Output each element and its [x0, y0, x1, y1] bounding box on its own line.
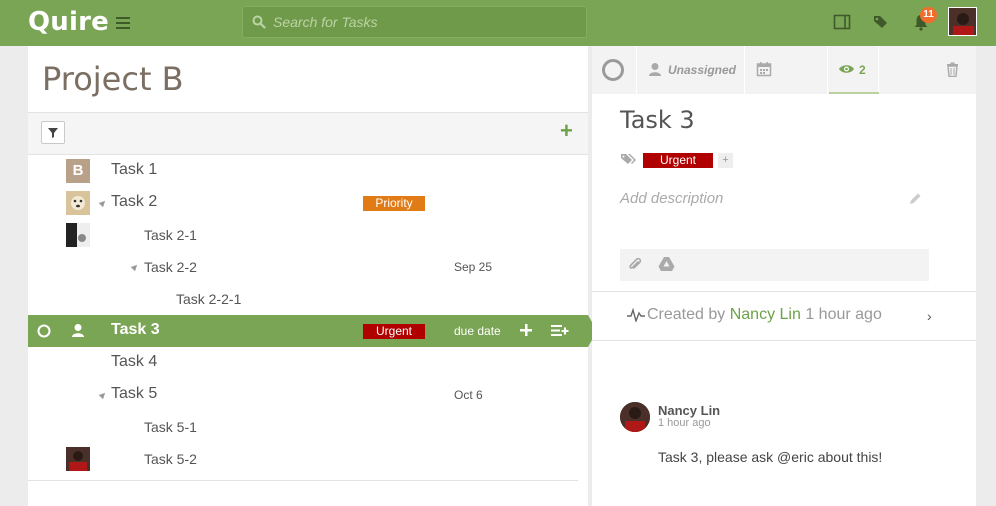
assignee-person-icon[interactable] [71, 323, 85, 338]
task-row[interactable]: Task 2 Priority [28, 187, 588, 219]
assignee-label: Unassigned [668, 63, 737, 77]
task-name[interactable]: Task 5 [111, 385, 157, 403]
task-name[interactable]: Task 5-1 [144, 419, 197, 435]
search-box[interactable] [242, 6, 587, 38]
task-name[interactable]: Task 2-1 [144, 227, 197, 243]
top-bar: Quire 11 [0, 0, 996, 46]
task-name[interactable]: Task 5-2 [144, 451, 197, 467]
comment-author[interactable]: Nancy Lin [658, 403, 720, 418]
task-menu-icon[interactable] [551, 324, 569, 337]
task-name[interactable]: Task 2-2 [144, 259, 197, 275]
created-time: 1 hour ago [805, 306, 882, 323]
task-avatar [66, 447, 90, 471]
tag-urgent[interactable]: Urgent [363, 324, 425, 339]
delete-button[interactable] [880, 46, 976, 94]
edit-pencil-icon[interactable] [908, 192, 922, 206]
trash-icon [947, 62, 958, 77]
calendar-icon [756, 62, 772, 77]
task-row[interactable]: Task 5-2 [28, 443, 588, 475]
person-icon [649, 63, 661, 76]
task-row[interactable]: Task 2-2 Sep 25 [28, 251, 588, 283]
task-list-toolbar: + [28, 112, 588, 155]
created-prefix: Created by [647, 306, 726, 323]
task-row[interactable]: Task 5-1 [28, 411, 588, 443]
watcher-count: 2 [859, 63, 866, 77]
active-tab-indicator [829, 92, 879, 94]
task-row[interactable]: Task 5 Oct 6 [28, 379, 588, 411]
task-name[interactable]: Task 4 [111, 353, 157, 371]
collapse-toggle-icon[interactable] [98, 198, 108, 208]
task-avatar [66, 223, 90, 247]
section-divider [592, 340, 976, 341]
activity-pulse-icon [627, 308, 645, 322]
tags-icon [621, 154, 636, 164]
tags-icon[interactable] [872, 13, 890, 31]
hamburger-menu-icon[interactable] [116, 17, 130, 29]
due-date[interactable]: Oct 6 [454, 388, 483, 402]
detail-toolbar: Unassigned 2 [592, 46, 976, 94]
attachment-bar [620, 249, 929, 281]
panel-toggle-icon[interactable] [833, 13, 851, 31]
task-list-panel: Project B + B Task 1 Task 2 Priority Tas… [28, 46, 597, 506]
eye-icon [839, 65, 854, 73]
assignee-button[interactable]: Unassigned [638, 46, 745, 94]
google-drive-icon[interactable] [658, 256, 675, 272]
task-name[interactable]: Task 1 [111, 161, 157, 179]
due-date-placeholder[interactable]: due date [454, 324, 501, 338]
task-detail-title[interactable]: Task 3 [620, 106, 695, 134]
task-avatar: B [66, 159, 90, 183]
comment-time: 1 hour ago [658, 417, 711, 429]
search-icon [252, 15, 266, 29]
project-title[interactable]: Project B [42, 60, 184, 98]
task-name[interactable]: Task 2 [111, 193, 157, 211]
section-divider [592, 291, 976, 292]
collapse-toggle-icon[interactable] [98, 390, 108, 400]
task-name[interactable]: Task 3 [111, 321, 160, 339]
comment-text: Task 3, please ask @eric about this! [658, 449, 883, 465]
notification-count-badge: 11 [920, 7, 937, 23]
watchers-button[interactable]: 2 [829, 46, 879, 94]
paperclip-icon[interactable] [628, 257, 642, 273]
app-logo[interactable]: Quire [28, 7, 109, 37]
tag-urgent[interactable]: Urgent [643, 153, 713, 168]
add-task-button[interactable]: + [560, 120, 576, 142]
search-input[interactable] [273, 11, 573, 33]
description-field[interactable]: Add description [620, 190, 723, 207]
task-detail-panel: Unassigned 2 Task 3 Urgent + Add descrip… [592, 46, 976, 506]
collapse-toggle-icon[interactable] [130, 262, 140, 272]
task-avatar [66, 191, 90, 215]
add-tag-button[interactable]: + [718, 153, 733, 168]
due-date[interactable]: Sep 25 [454, 260, 492, 274]
complete-button[interactable] [592, 46, 637, 94]
task-row-selected[interactable]: Task 3 Urgent due date [28, 315, 597, 347]
task-row[interactable]: B Task 1 [28, 155, 588, 187]
created-author-link[interactable]: Nancy Lin [730, 306, 801, 323]
filter-icon [48, 128, 58, 138]
task-row[interactable]: Task 2-1 [28, 219, 588, 251]
task-row[interactable]: Task 2-2-1 [28, 283, 588, 315]
task-row[interactable]: Task 4 [28, 347, 588, 379]
created-info: Created by Nancy Lin 1 hour ago [647, 306, 882, 324]
tag-priority[interactable]: Priority [363, 196, 425, 211]
comment-author-avatar [620, 402, 650, 432]
task-name[interactable]: Task 2-2-1 [176, 291, 241, 307]
list-divider [28, 480, 578, 481]
add-subtask-icon[interactable] [519, 323, 533, 337]
complete-circle-icon[interactable] [37, 324, 51, 338]
expand-activity-chevron-icon[interactable]: › [927, 308, 932, 324]
user-avatar[interactable] [948, 7, 977, 36]
due-date-button[interactable] [746, 46, 828, 94]
complete-circle-icon [602, 59, 624, 81]
filter-button[interactable] [41, 121, 65, 144]
